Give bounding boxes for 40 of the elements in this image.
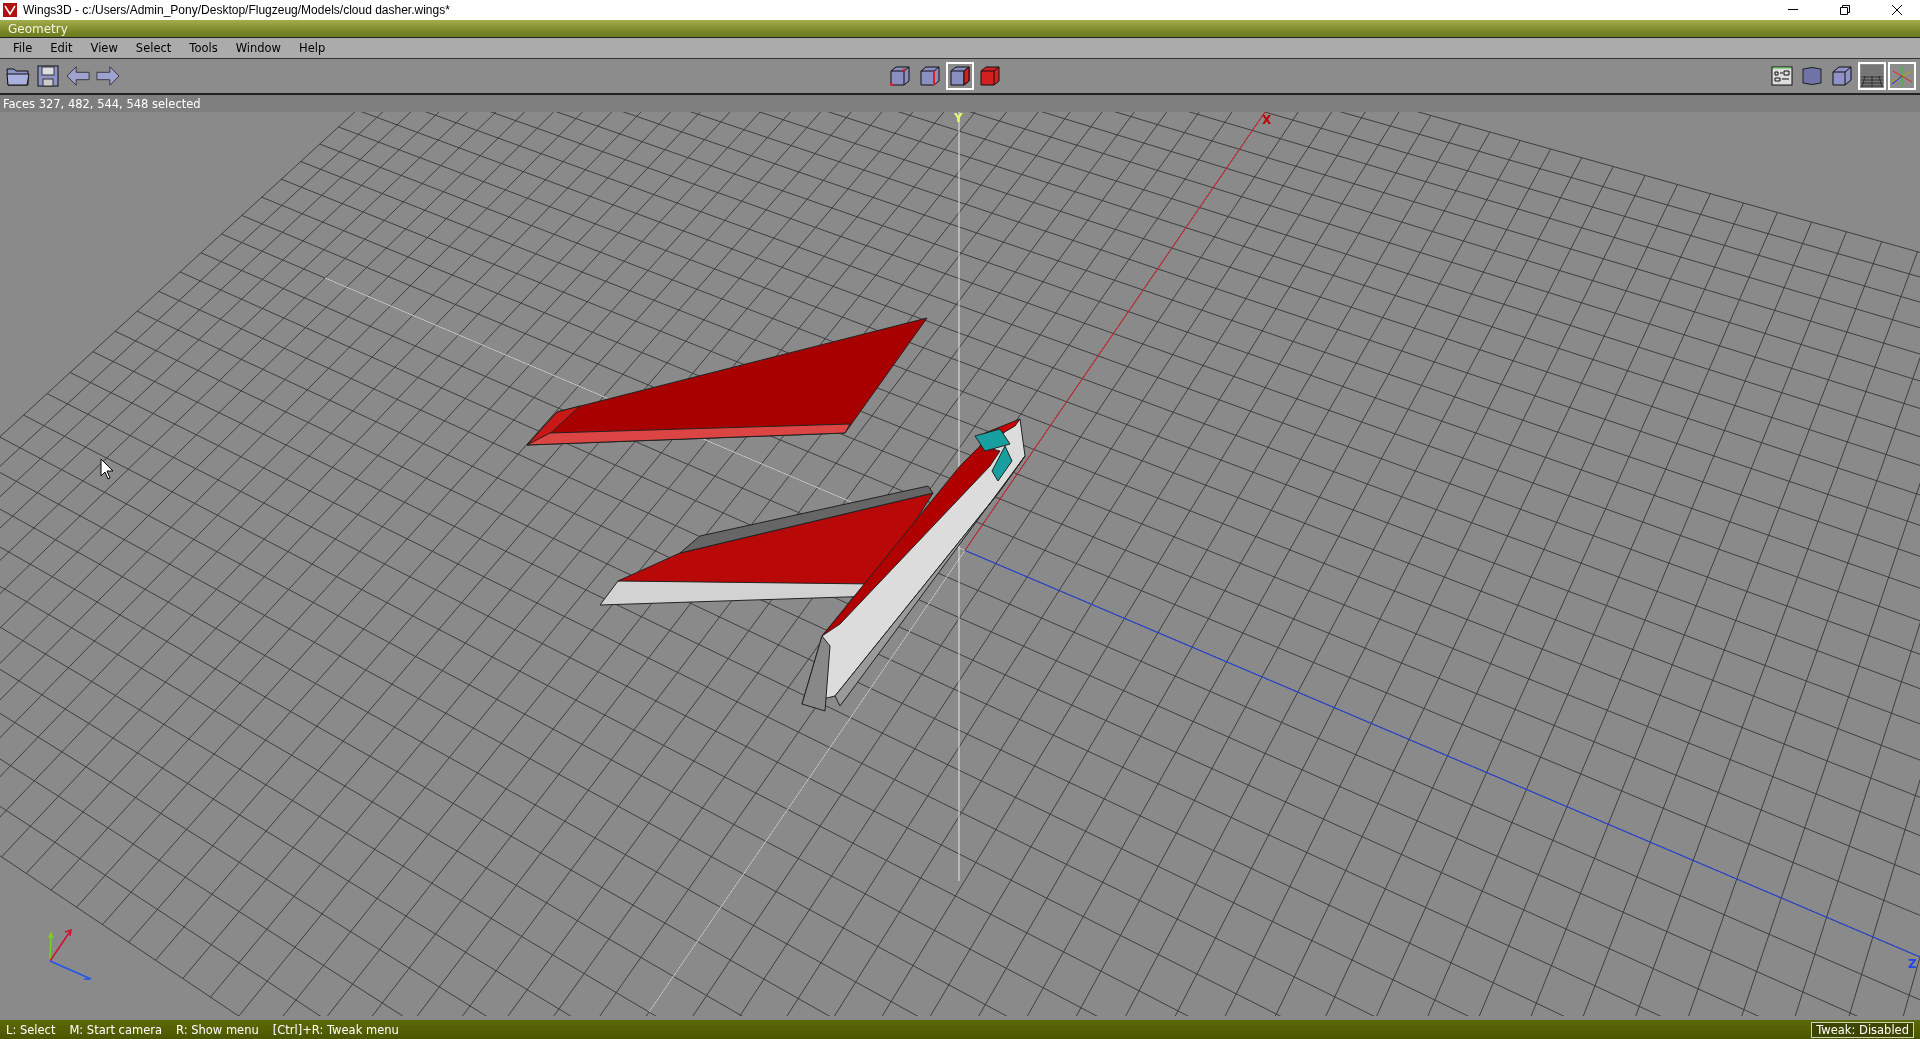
menu-item[interactable]: Tools: [180, 41, 227, 55]
outliner-icon: [1771, 66, 1793, 86]
axis-label: X: [1262, 114, 1272, 127]
ground-grid-icon: [1861, 65, 1883, 87]
axis-label: Z: [1908, 958, 1917, 971]
left-arrow-icon: [66, 65, 90, 87]
selection-mode-button[interactable]: [946, 62, 974, 90]
selection-info: Faces 327, 482, 544, 548 selected: [3, 96, 201, 111]
smooth-cube-icon: [1801, 65, 1823, 87]
close-icon: [1892, 5, 1902, 15]
mouse-hint: L: Select: [6, 1022, 56, 1037]
app-logo-icon: [3, 3, 17, 17]
panel-title: Geometry: [8, 21, 68, 36]
menu-item[interactable]: View: [81, 41, 127, 55]
mouse-hint: [Ctrl]+R: Tweak menu: [272, 1022, 399, 1037]
flat-cube-icon: [1831, 65, 1853, 87]
body-selection-cube-icon: [979, 65, 1001, 87]
face-selection-cube-icon: [949, 65, 971, 87]
folder-icon: [6, 65, 30, 87]
menu-item[interactable]: Window: [226, 41, 290, 55]
mouse-hint: R: Show menu: [176, 1022, 259, 1037]
restore-icon: [1840, 5, 1850, 15]
right-arrow-icon: [96, 65, 120, 87]
mouse-cursor-icon: [100, 458, 114, 480]
window-title: Wings3D - c:/Users/Admin_Pony/Desktop/Flugzeug/Models/cloud dasher.wings*: [23, 3, 451, 17]
tweak-status: Tweak: Disabled: [1811, 1021, 1914, 1038]
mini-axes-icon: [48, 928, 92, 980]
toolbar-button[interactable]: [34, 62, 62, 90]
view-toggle-button[interactable]: [1858, 62, 1886, 90]
menu-item[interactable]: Help: [290, 41, 335, 55]
menu-item[interactable]: Select: [126, 41, 181, 55]
menu-item[interactable]: File: [4, 41, 42, 55]
vertex-selection-cube-icon: [889, 65, 911, 87]
menu-item[interactable]: Edit: [41, 41, 82, 55]
edge-selection-cube-icon: [919, 65, 941, 87]
axis-label: Y: [954, 112, 963, 125]
mouse-hint: M: Start camera: [69, 1022, 163, 1037]
view-toggle-button[interactable]: [1888, 62, 1916, 90]
axes-icon: [1891, 65, 1913, 87]
minimize-icon: [1788, 9, 1798, 11]
